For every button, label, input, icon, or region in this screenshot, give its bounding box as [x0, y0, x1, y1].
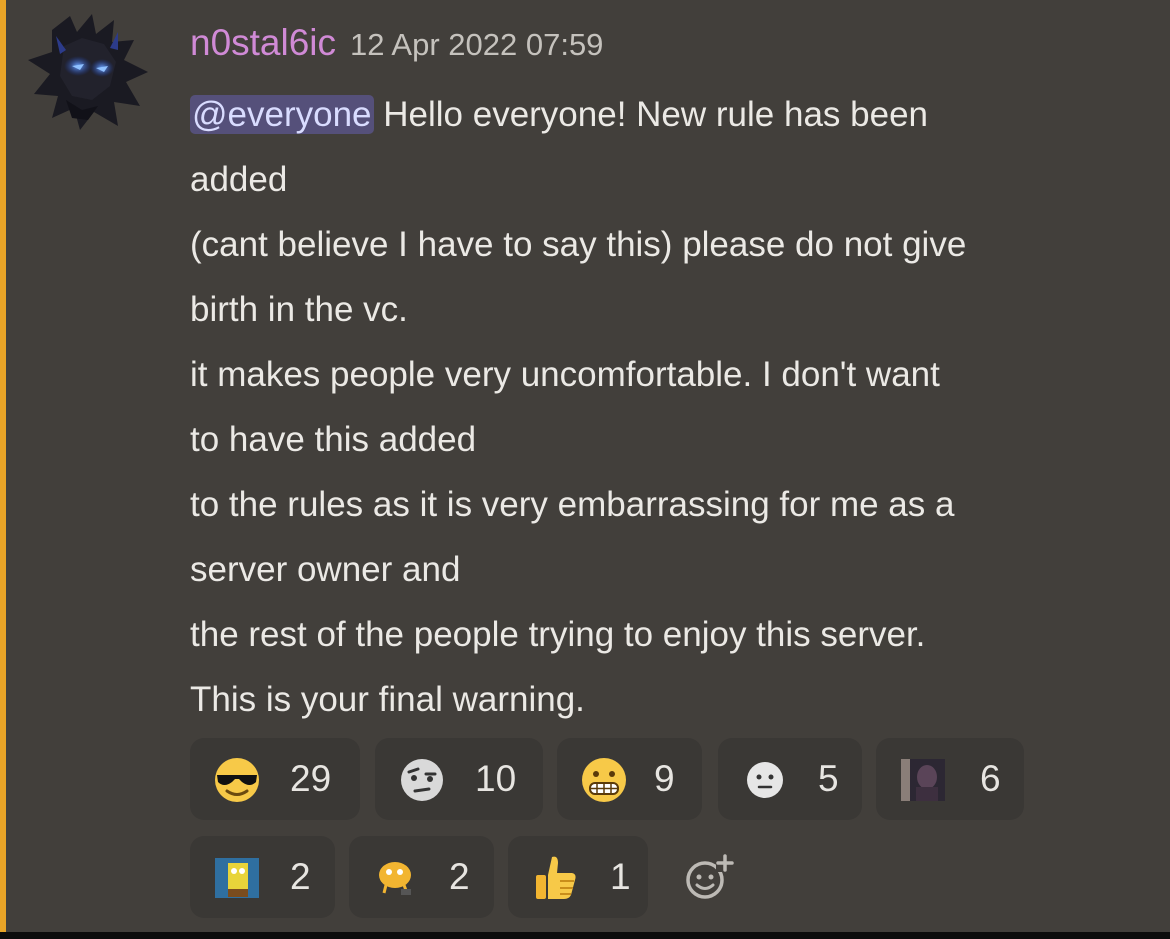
message-line: (cant believe I have to say this) please…	[190, 225, 967, 264]
reaction-thumbs-up[interactable]: 1	[508, 836, 648, 918]
bottom-border	[0, 932, 1170, 939]
timestamp: 12 Apr 2022 07:59	[350, 27, 604, 62]
sunglasses-face-icon	[215, 758, 259, 802]
reaction-neutral-face[interactable]: 5	[718, 738, 862, 820]
message-line: birth in the vc.	[190, 290, 408, 329]
message-body: @everyone Hello everyone! New rule has b…	[190, 84, 1150, 734]
add-reaction-icon[interactable]	[680, 850, 738, 908]
grimacing-face-icon	[582, 758, 626, 802]
message-line: to the rules as it is very embarrassing …	[190, 485, 955, 524]
reaction-count: 2	[449, 856, 470, 897]
reaction-count: 29	[290, 758, 332, 799]
reaction-count: 5	[818, 758, 839, 799]
reaction-grimacing-face[interactable]: 9	[557, 738, 702, 820]
message-line: the rest of the people trying to enjoy t…	[190, 615, 926, 654]
reaction-custom-image[interactable]: 6	[876, 738, 1024, 820]
message-header: n0stal6ic 12 Apr 2022 07:59	[190, 22, 603, 64]
message-line: added	[190, 160, 288, 199]
reaction-count: 9	[654, 758, 675, 799]
message-text: Hello everyone! New rule has been	[373, 95, 928, 134]
reaction-count: 6	[980, 758, 1001, 799]
reaction-count: 10	[475, 758, 517, 799]
reaction-custom-cartoon[interactable]: 2	[349, 836, 494, 918]
custom-cartoon-emoji-icon	[379, 862, 411, 895]
everyone-mention[interactable]: @everyone	[190, 95, 374, 134]
message-line: @everyone Hello everyone! New rule has b…	[190, 84, 1150, 149]
neutral-face-icon	[747, 762, 783, 798]
message-container: n0stal6ic 12 Apr 2022 07:59 @everyone Hel…	[0, 0, 1170, 932]
message-line: server owner and	[190, 550, 461, 589]
mention-highlight-bar	[0, 0, 6, 932]
reaction-count: 2	[290, 856, 311, 897]
custom-image-emoji-icon	[901, 759, 945, 801]
reaction-count: 1	[610, 856, 631, 897]
custom-spongebob-emoji-icon	[215, 858, 259, 898]
avatar[interactable]	[22, 10, 156, 132]
reaction-custom-spongebob[interactable]: 2	[190, 836, 335, 918]
face-with-raised-eyebrow-icon	[401, 759, 443, 801]
message-line: it makes people very uncomfortable. I do…	[190, 355, 940, 394]
thumbs-up-icon	[536, 856, 576, 899]
reaction-sunglasses-face[interactable]: 29	[190, 738, 360, 820]
username[interactable]: n0stal6ic	[190, 22, 336, 63]
message-line: to have this added	[190, 420, 477, 459]
reaction-face-with-raised-eyebrow[interactable]: 10	[375, 738, 543, 820]
message-line: This is your final warning.	[190, 680, 585, 719]
